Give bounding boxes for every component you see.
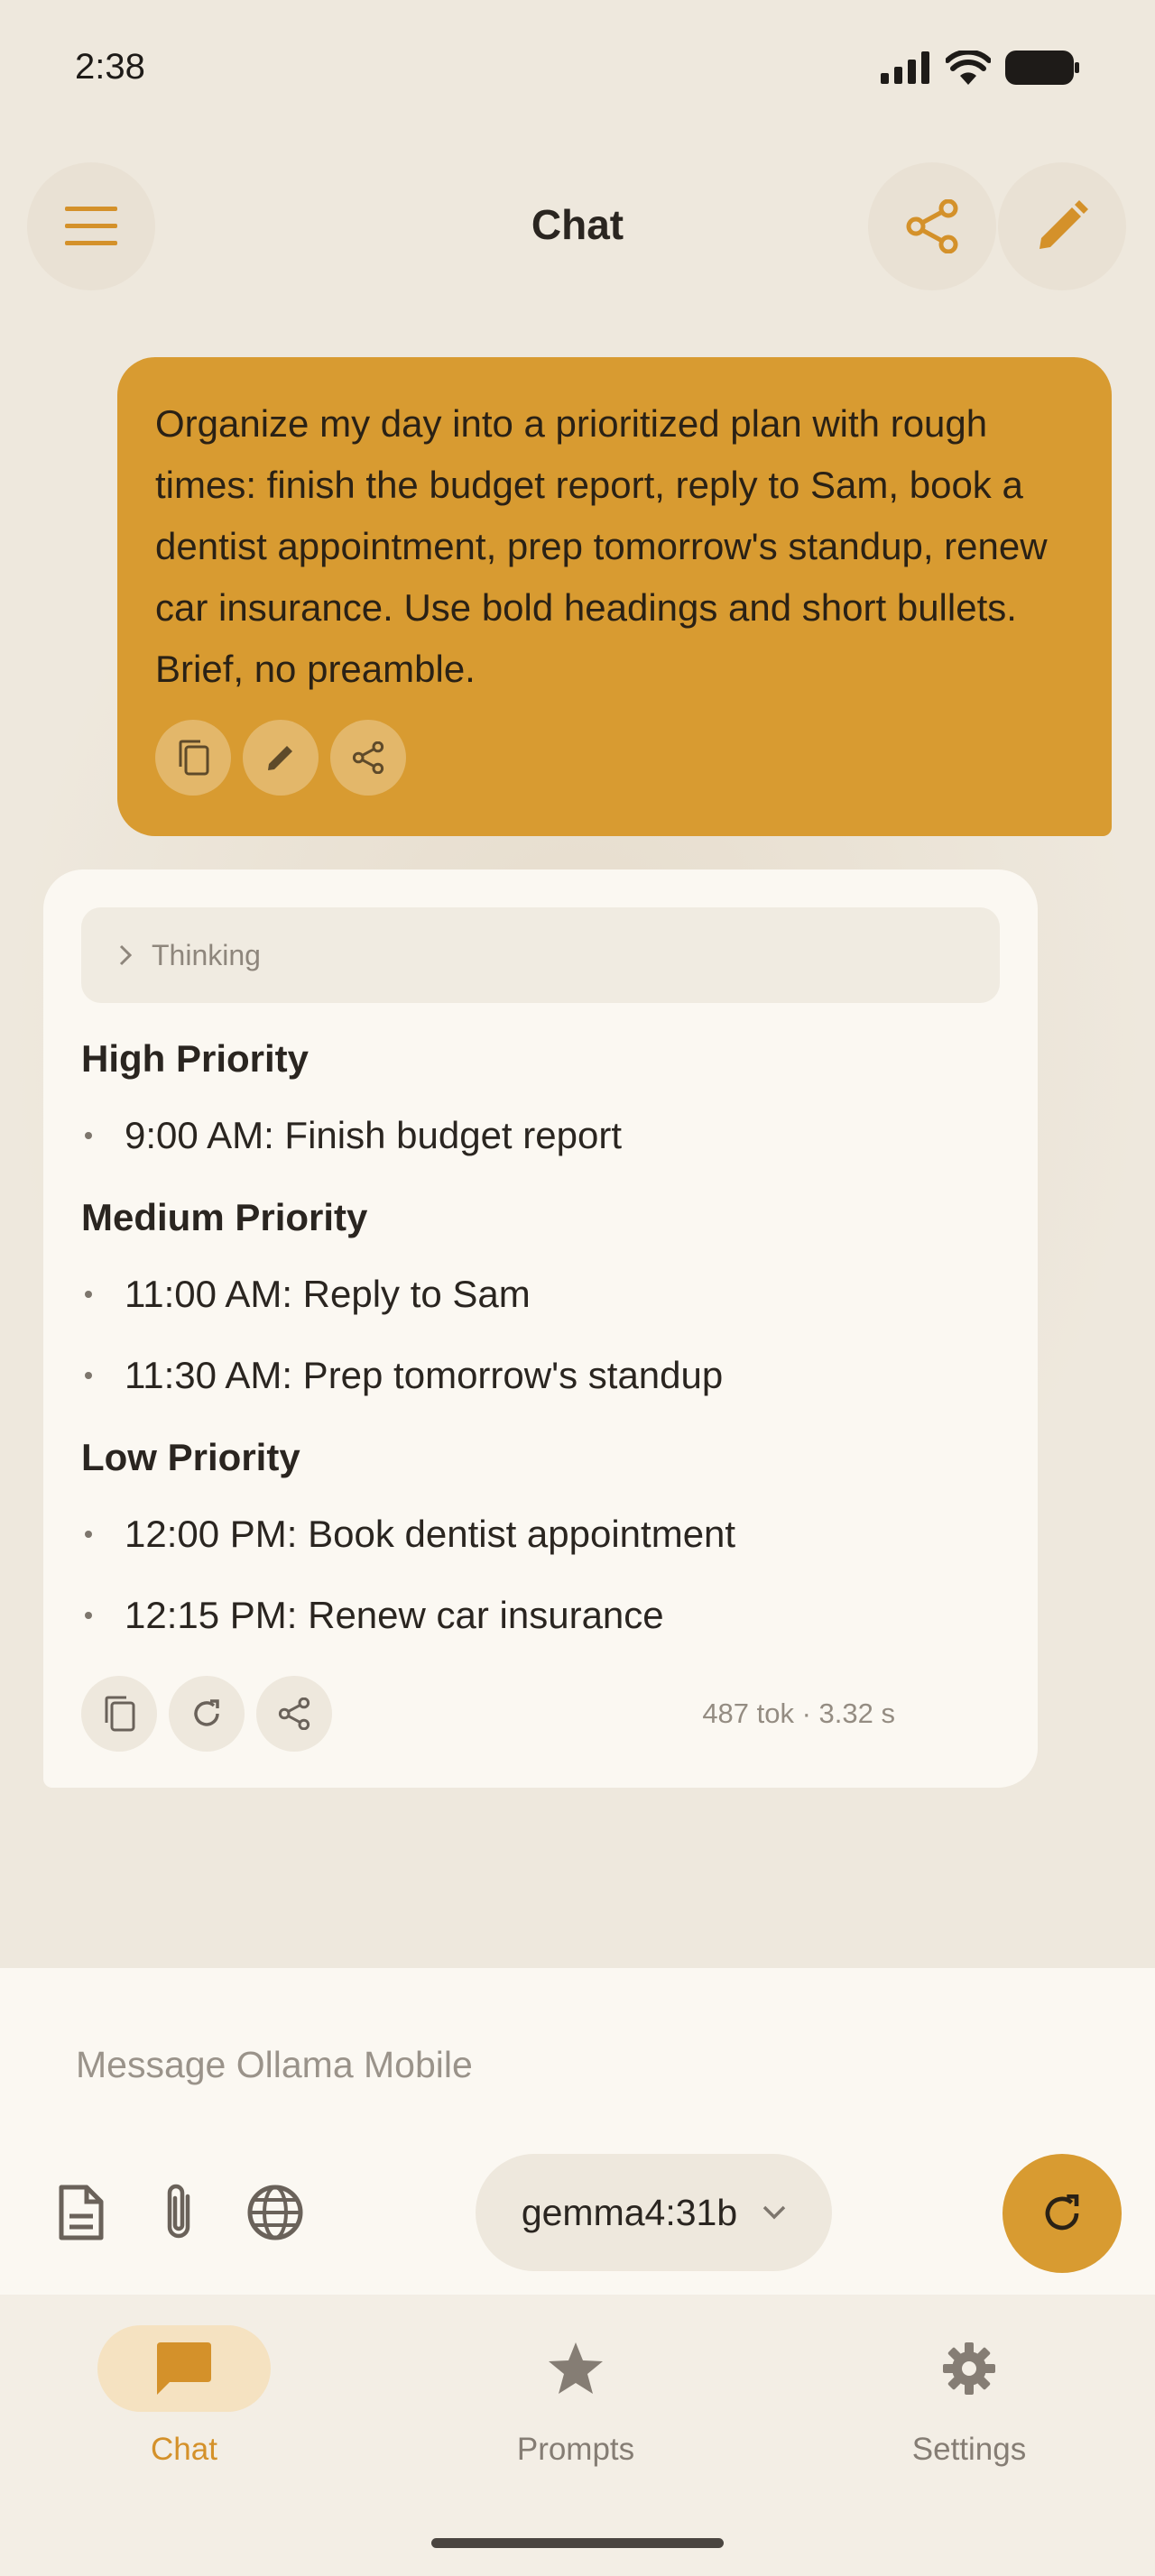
list-item: 11:00 AM: Reply to Sam: [81, 1273, 531, 1316]
chat-bubble-icon: [157, 2342, 211, 2395]
list-item: 12:00 PM: Book dentist appointment: [81, 1513, 735, 1556]
share-icon: [906, 199, 958, 253]
wifi-icon: [946, 51, 991, 85]
nav-item-chat[interactable]: Chat: [49, 2325, 319, 2468]
new-chat-button[interactable]: [998, 162, 1126, 290]
pencil-icon: [1040, 200, 1088, 249]
status-time: 2:38: [75, 47, 145, 87]
edit-user-message-button[interactable]: [243, 720, 319, 796]
section-title-high: High Priority: [81, 1037, 310, 1080]
section-title-low: Low Priority: [81, 1436, 300, 1478]
assistant-message-card: Thinking High Priority 9:00 AM: Finish b…: [43, 869, 1038, 1788]
message-input[interactable]: Message Ollama Mobile: [76, 2044, 473, 2086]
list-item: 12:15 PM: Renew car insurance: [81, 1594, 664, 1637]
share-icon: [278, 1697, 310, 1730]
share-user-message-button[interactable]: [330, 720, 406, 796]
message-composer: Message Ollama Mobile gemma4:31b: [0, 1968, 1155, 2295]
list-item: 11:30 AM: Prep tomorrow's standup: [81, 1354, 723, 1397]
nav-label-settings: Settings: [911, 2432, 1027, 2467]
paperclip-icon: [167, 2184, 190, 2239]
refresh-icon: [194, 1699, 219, 1726]
home-indicator[interactable]: [431, 2538, 724, 2548]
response-stats: 487 tok · 3.32 s: [702, 1697, 895, 1729]
user-message-actions: [155, 720, 1074, 796]
nav-item-settings[interactable]: Settings: [834, 2325, 1104, 2468]
web-search-button[interactable]: [244, 2181, 307, 2244]
section-title-medium: Medium Priority: [81, 1196, 368, 1238]
user-message-bubble: Organize my day into a prioritized plan …: [117, 357, 1112, 836]
model-selector[interactable]: gemma4:31b: [476, 2154, 832, 2271]
bottom-navigation: Chat Prompts Settings: [0, 2295, 1155, 2576]
nav-label-chat: Chat: [151, 2432, 217, 2467]
pencil-icon: [268, 746, 292, 770]
refresh-icon: [1045, 2194, 1079, 2231]
battery-icon: [1005, 51, 1079, 85]
document-button[interactable]: [50, 2181, 113, 2244]
chevron-down-icon: [762, 2205, 786, 2220]
share-chat-button[interactable]: [868, 162, 996, 290]
signal-icon: [881, 51, 929, 84]
model-name: gemma4:31b: [521, 2191, 738, 2233]
regenerate-response-button[interactable]: [169, 1676, 245, 1752]
thinking-label: Thinking: [152, 938, 261, 971]
regenerate-button[interactable]: [1003, 2154, 1122, 2273]
nav-item-prompts[interactable]: Prompts: [440, 2325, 711, 2468]
copy-icon: [179, 740, 209, 776]
attach-button[interactable]: [147, 2181, 210, 2244]
assistant-message-actions: [81, 1676, 332, 1752]
thinking-toggle[interactable]: Thinking: [81, 907, 1000, 1003]
document-icon: [59, 2185, 104, 2240]
copy-response-button[interactable]: [81, 1676, 157, 1752]
globe-icon: [247, 2185, 303, 2240]
gear-icon: [943, 2342, 995, 2395]
list-item: 9:00 AM: Finish budget report: [81, 1114, 622, 1157]
nav-label-prompts: Prompts: [516, 2432, 635, 2467]
chevron-right-icon: [119, 944, 132, 966]
status-icons: [881, 51, 1079, 85]
share-icon: [352, 741, 384, 774]
share-response-button[interactable]: [256, 1676, 332, 1752]
star-icon: [549, 2342, 603, 2394]
copy-icon: [105, 1696, 135, 1732]
user-message-text: Organize my day into a prioritized plan …: [155, 402, 1048, 690]
copy-user-message-button[interactable]: [155, 720, 231, 796]
